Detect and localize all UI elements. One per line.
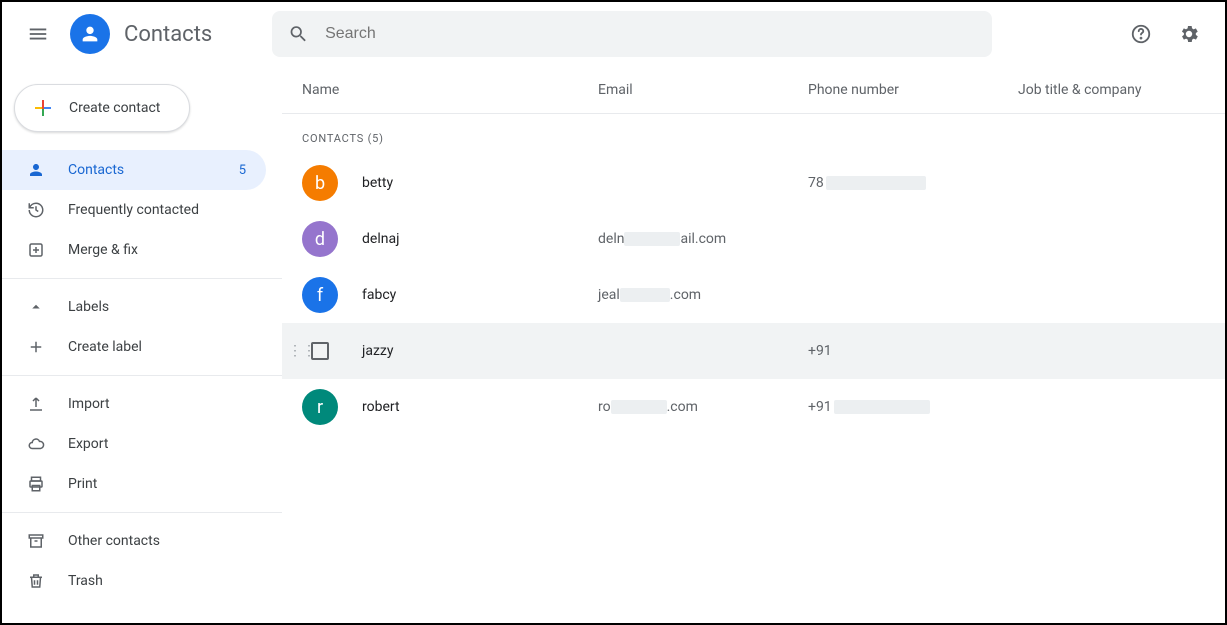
contact-avatar: f — [302, 277, 338, 313]
person-icon — [79, 23, 101, 45]
upload-icon — [26, 395, 46, 413]
contact-row[interactable]: ⋮⋮ f fabcy jeal.com — [282, 267, 1225, 323]
create-label-label: Create label — [68, 339, 142, 355]
contact-name: jazzy — [362, 343, 598, 359]
mergefix-icon — [26, 241, 46, 259]
main-menu-button[interactable] — [18, 14, 58, 54]
main-area: Name Email Phone number Job title & comp… — [282, 66, 1225, 623]
contact-row[interactable]: ⋮⋮ j jazzy +91 — [282, 323, 1225, 379]
contact-avatar: b — [302, 165, 338, 201]
app-title: Contacts — [124, 22, 212, 47]
col-header-email[interactable]: Email — [598, 82, 808, 98]
contact-row[interactable]: ⋮⋮ d delnaj delnail.com — [282, 211, 1225, 267]
contact-row[interactable]: ⋮⋮ r robert ro.com +91 — [282, 379, 1225, 435]
hamburger-icon — [27, 23, 49, 45]
column-headers: Name Email Phone number Job title & comp… — [282, 66, 1225, 114]
contact-name: fabcy — [362, 287, 598, 303]
help-icon — [1130, 23, 1152, 45]
labels-header[interactable]: Labels — [2, 287, 266, 327]
sidebar-item-export[interactable]: Export — [2, 424, 266, 464]
contact-phone: 78 — [808, 175, 1018, 191]
contacts-logo — [70, 14, 110, 54]
sidebar-item-other-contacts[interactable]: Other contacts — [2, 521, 266, 561]
archive-icon — [26, 532, 46, 550]
create-contact-button[interactable]: Create contact — [14, 84, 190, 132]
col-header-job[interactable]: Job title & company — [1018, 82, 1225, 98]
sidebar-item-contacts[interactable]: Contacts 5 — [2, 150, 266, 190]
sidebar: Create contact Contacts 5 Frequently con… — [2, 66, 282, 623]
gear-icon — [1178, 23, 1200, 45]
sidebar-item-label: Import — [68, 396, 110, 412]
contact-avatar: d — [302, 221, 338, 257]
contact-phone: +91 — [808, 399, 1018, 415]
labels-header-label: Labels — [68, 299, 109, 315]
contact-avatar: r — [302, 389, 338, 425]
sidebar-item-print[interactable]: Print — [2, 464, 266, 504]
contact-email: delnail.com — [598, 231, 808, 247]
print-icon — [26, 475, 46, 493]
sidebar-item-label: Other contacts — [68, 533, 160, 549]
nav-count: 5 — [239, 163, 246, 178]
create-contact-label: Create contact — [69, 100, 160, 116]
sidebar-item-label: Export — [68, 436, 108, 452]
plus-multicolor-icon — [31, 96, 55, 120]
contact-email: jeal.com — [598, 287, 808, 303]
sidebar-item-label: Trash — [68, 573, 103, 589]
search-input[interactable] — [325, 25, 976, 43]
sidebar-item-label: Frequently contacted — [68, 202, 199, 218]
col-header-name[interactable]: Name — [302, 82, 598, 98]
search-bar[interactable] — [272, 11, 992, 57]
header-bar: Contacts — [2, 2, 1225, 66]
trash-icon — [26, 572, 46, 590]
contact-email: ro.com — [598, 399, 808, 415]
contact-name: betty — [362, 175, 598, 191]
col-header-phone[interactable]: Phone number — [808, 82, 1018, 98]
sidebar-item-merge-fix[interactable]: Merge & fix — [2, 230, 266, 270]
sidebar-item-label: Contacts — [68, 162, 124, 178]
person-icon — [26, 161, 46, 179]
create-label-button[interactable]: Create label — [2, 327, 266, 367]
sidebar-item-label: Print — [68, 476, 97, 492]
plus-icon — [27, 338, 45, 356]
sidebar-item-label: Merge & fix — [68, 242, 138, 258]
sidebar-item-import[interactable]: Import — [2, 384, 266, 424]
search-icon — [288, 23, 309, 45]
contact-name: robert — [362, 399, 598, 415]
help-button[interactable] — [1121, 14, 1161, 54]
sidebar-item-frequently-contacted[interactable]: Frequently contacted — [2, 190, 266, 230]
cloud-icon — [26, 435, 46, 453]
drag-handle-icon[interactable]: ⋮⋮ — [288, 343, 316, 359]
chevron-up-icon — [27, 298, 45, 316]
history-icon — [26, 201, 46, 219]
sidebar-item-trash[interactable]: Trash — [2, 561, 266, 601]
contact-name: delnaj — [362, 231, 598, 247]
contacts-section-label: CONTACTS (5) — [282, 114, 1225, 155]
contact-phone: +91 — [808, 343, 1018, 359]
settings-button[interactable] — [1169, 14, 1209, 54]
contact-row[interactable]: ⋮⋮ b betty 78 — [282, 155, 1225, 211]
